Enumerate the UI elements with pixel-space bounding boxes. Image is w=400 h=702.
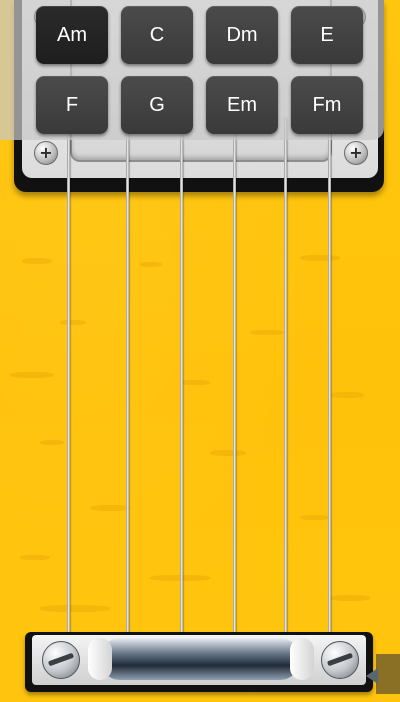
- chord-button-f[interactable]: F: [36, 76, 108, 134]
- grain-mark: [60, 320, 86, 325]
- guitar-string-4[interactable]: [233, 118, 236, 653]
- chord-selector-panel: × × Am C Dm E F G Em Fm: [0, 0, 384, 140]
- grain-mark: [20, 555, 50, 560]
- side-drawer-tab[interactable]: [376, 654, 400, 694]
- guitar-string-5[interactable]: [284, 118, 287, 653]
- plus-screw-icon: +: [34, 141, 58, 165]
- guitar-string-6[interactable]: [328, 118, 331, 653]
- chord-button-fm[interactable]: Fm: [291, 76, 363, 134]
- grain-mark: [250, 330, 284, 335]
- arrow-left-icon[interactable]: [366, 668, 378, 684]
- grain-mark: [330, 595, 370, 601]
- guitar-string-1[interactable]: [67, 118, 70, 653]
- grain-mark: [140, 262, 162, 267]
- chord-button-c[interactable]: C: [121, 6, 193, 64]
- grain-mark: [22, 258, 52, 264]
- guitar-string-3[interactable]: [180, 118, 183, 653]
- grain-mark: [210, 450, 246, 456]
- chord-button-dm[interactable]: Dm: [206, 6, 278, 64]
- guitar-string-2[interactable]: [126, 118, 129, 653]
- grain-mark: [10, 372, 54, 378]
- chord-button-e[interactable]: E: [291, 6, 363, 64]
- grain-mark: [330, 392, 364, 398]
- grain-mark: [40, 440, 64, 445]
- grain-mark: [300, 515, 330, 520]
- flathead-screw-icon: [321, 641, 359, 679]
- chord-button-g[interactable]: G: [121, 76, 193, 134]
- chord-button-am[interactable]: Am: [36, 6, 108, 64]
- grain-mark: [180, 380, 210, 385]
- grain-mark: [300, 255, 340, 261]
- grain-mark: [90, 505, 130, 511]
- bridge-saddle-end: [88, 638, 112, 680]
- chord-button-em[interactable]: Em: [206, 76, 278, 134]
- bridge-saddle-end: [290, 638, 314, 680]
- grain-mark: [40, 605, 110, 612]
- flathead-screw-icon: [42, 641, 80, 679]
- plus-screw-icon: +: [344, 141, 368, 165]
- bridge-saddle: [100, 638, 300, 680]
- chord-grid: Am C Dm E F G Em Fm: [36, 6, 366, 136]
